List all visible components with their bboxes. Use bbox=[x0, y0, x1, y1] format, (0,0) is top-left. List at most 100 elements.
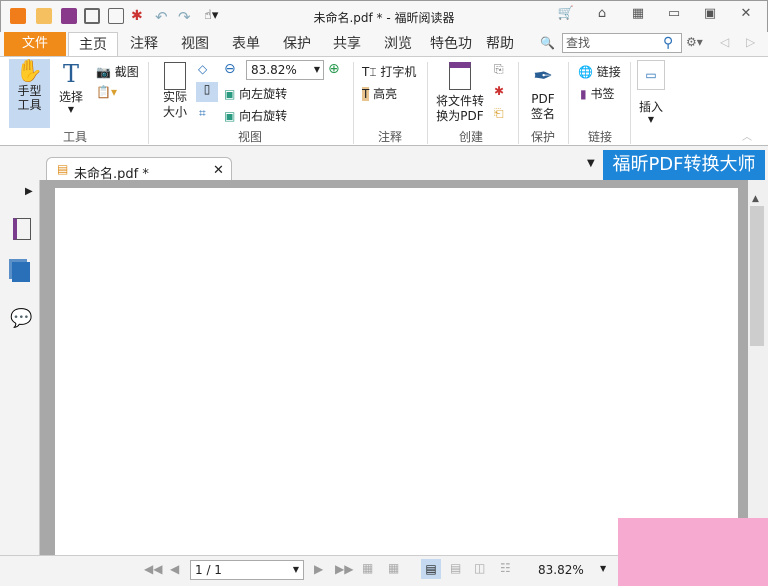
highlight-button[interactable]: T 高亮 bbox=[362, 85, 397, 102]
divider bbox=[427, 62, 428, 144]
scroll-thumb[interactable] bbox=[750, 206, 764, 346]
skin-icon[interactable]: ⌂ bbox=[592, 6, 612, 24]
pages-panel-icon[interactable] bbox=[12, 262, 30, 282]
bookmark-label: 书签 bbox=[590, 87, 615, 101]
convert-label-2: 换为PDF bbox=[436, 109, 484, 123]
screenshot-button[interactable]: 📷 截图 bbox=[96, 63, 139, 80]
brand-banner[interactable]: 福昕PDF转换大师 bbox=[603, 150, 765, 180]
sign-label-1: PDF bbox=[531, 92, 555, 106]
pdf-sign-button[interactable]: ✒ PDF 签名 bbox=[528, 62, 558, 122]
divider bbox=[568, 62, 569, 144]
pen-sign-icon: ✒ bbox=[532, 62, 554, 90]
tab-list-dropdown-icon[interactable]: ▼ bbox=[587, 158, 595, 169]
collapse-ribbon-icon[interactable]: ︿ bbox=[742, 128, 752, 143]
select-tool-button[interactable]: T 选择 ▼ bbox=[55, 60, 87, 126]
status-zoom-value[interactable]: 83.82% bbox=[538, 563, 584, 577]
continuous-icon[interactable]: ▤ bbox=[450, 561, 461, 575]
expand-panel-icon[interactable]: ▶ bbox=[25, 186, 33, 197]
from-file-icon[interactable]: ⎘ bbox=[494, 62, 504, 77]
next-page-icon[interactable]: ▶ bbox=[314, 562, 323, 576]
next-view-icon[interactable]: ▦ bbox=[388, 561, 399, 575]
tab-share[interactable]: 共享 bbox=[333, 32, 361, 57]
document-tab[interactable]: ▤ 未命名.pdf * ✕ bbox=[46, 157, 232, 182]
hand-tool-button[interactable]: ✋ 手型 工具 bbox=[9, 59, 50, 128]
previous-view-icon[interactable]: ▦ bbox=[362, 561, 373, 575]
actual-size-button[interactable]: 实际 大小 bbox=[160, 62, 190, 126]
zoom-value: 83.82% bbox=[251, 63, 297, 77]
divider bbox=[630, 62, 631, 144]
window-title: 未命名.pdf * - 福昕阅读器 bbox=[313, 11, 455, 25]
typewriter-label: 打字机 bbox=[380, 65, 417, 79]
file-menu[interactable]: 文件 bbox=[4, 32, 66, 56]
prev-icon[interactable]: ◁ bbox=[720, 35, 729, 49]
tab-protect[interactable]: 保护 bbox=[283, 32, 311, 57]
find-folder-icon[interactable]: 🔍 bbox=[540, 36, 555, 50]
maximize-button[interactable]: ▣ bbox=[700, 6, 720, 24]
tab-features[interactable]: 特色功 bbox=[430, 32, 472, 57]
from-clipboard-icon[interactable]: ⎗ bbox=[494, 106, 504, 121]
divider bbox=[148, 62, 149, 144]
bookmarks-panel-icon[interactable] bbox=[13, 218, 31, 240]
page-number-input[interactable]: 1 / 1 ▼ bbox=[190, 560, 304, 580]
divider bbox=[518, 62, 519, 144]
bookmark-icon: ▮ bbox=[580, 87, 587, 101]
tab-home[interactable]: 主页 bbox=[68, 32, 118, 57]
fit-page-icon[interactable]: ◇ bbox=[198, 62, 207, 76]
tab-view[interactable]: 视图 bbox=[181, 32, 209, 57]
tab-browse[interactable]: 浏览 bbox=[384, 32, 412, 57]
zoom-dropdown-icon[interactable]: ▼ bbox=[600, 564, 606, 573]
rotate-right-icon: ▣ bbox=[224, 109, 236, 123]
pdf-page[interactable] bbox=[55, 188, 738, 556]
tab-form[interactable]: 表单 bbox=[232, 32, 260, 57]
highlight-icon: T bbox=[362, 87, 370, 101]
tab-help[interactable]: 帮助 bbox=[486, 32, 514, 57]
rotate-left-label: 向左旋转 bbox=[239, 87, 288, 101]
group-label-tools: 工具 bbox=[62, 130, 87, 144]
zoom-select[interactable]: 83.82% ▼ bbox=[246, 60, 324, 80]
continuous-facing-icon[interactable]: ☷ bbox=[500, 561, 511, 575]
cart-icon[interactable]: 🛒 bbox=[556, 6, 576, 24]
convert-to-pdf-button[interactable]: 将文件转 换为PDF bbox=[434, 62, 486, 124]
hand-tool-label: 手型 工具 bbox=[9, 84, 50, 112]
tab-comment[interactable]: 注释 bbox=[130, 32, 158, 57]
minimize-button[interactable]: ▭ bbox=[664, 6, 684, 24]
comments-panel-icon[interactable]: 💬 bbox=[10, 308, 32, 329]
actual-label-2: 大小 bbox=[162, 105, 187, 119]
last-page-icon[interactable]: ▶▶ bbox=[335, 562, 353, 576]
pdf-file-icon: ▤ bbox=[57, 162, 69, 176]
bookmark-button[interactable]: ▮ 书签 bbox=[580, 85, 614, 102]
close-button[interactable]: ✕ bbox=[736, 6, 756, 24]
grid-icon[interactable]: ▦ bbox=[628, 6, 648, 24]
fit-visible-icon[interactable]: ⌗ bbox=[199, 106, 206, 121]
scroll-up-icon[interactable]: ▲ bbox=[752, 194, 759, 204]
vertical-scrollbar[interactable]: ▲ bbox=[748, 180, 768, 556]
rotate-right-button[interactable]: ▣ 向右旋转 bbox=[224, 107, 287, 124]
prev-page-icon[interactable]: ◀ bbox=[170, 562, 179, 576]
next-icon[interactable]: ▷ bbox=[746, 35, 755, 49]
single-page-icon[interactable]: ▤ bbox=[421, 559, 441, 579]
search-icon[interactable]: ⚲ bbox=[663, 35, 673, 51]
pink-overlay-block bbox=[618, 518, 768, 586]
facing-icon[interactable]: ◫ bbox=[474, 561, 485, 575]
first-page-icon[interactable]: ◀◀ bbox=[144, 562, 162, 576]
typewriter-icon: T⌶ bbox=[362, 65, 377, 79]
link-button[interactable]: 🌐 链接 bbox=[578, 63, 621, 80]
rotate-right-label: 向右旋转 bbox=[239, 109, 288, 123]
zoom-in-icon[interactable]: ⊕ bbox=[328, 61, 340, 77]
film-icon: ▭ bbox=[637, 60, 665, 90]
settings-icon[interactable]: ⚙▾ bbox=[686, 35, 703, 49]
select-label: 选择 bbox=[58, 90, 83, 104]
typewriter-button[interactable]: T⌶ 打字机 bbox=[362, 63, 416, 80]
rotate-left-button[interactable]: ▣ 向左旋转 bbox=[224, 85, 287, 102]
close-tab-icon[interactable]: ✕ bbox=[213, 163, 224, 178]
zoom-out-icon[interactable]: ⊖ bbox=[224, 61, 236, 77]
camera-icon: 📷 bbox=[96, 65, 111, 79]
sign-label-2: 签名 bbox=[530, 107, 555, 121]
link-label: 链接 bbox=[596, 65, 621, 79]
group-label-links: 链接 bbox=[587, 130, 612, 144]
fit-width-icon[interactable]: ▯ bbox=[196, 82, 218, 102]
clipboard-icon[interactable]: 📋▾ bbox=[96, 85, 117, 99]
group-label-view: 视图 bbox=[237, 130, 262, 144]
blank-page-icon[interactable]: ✱ bbox=[494, 84, 504, 98]
insert-button[interactable]: ▭ 插入 ▼ bbox=[636, 60, 666, 124]
